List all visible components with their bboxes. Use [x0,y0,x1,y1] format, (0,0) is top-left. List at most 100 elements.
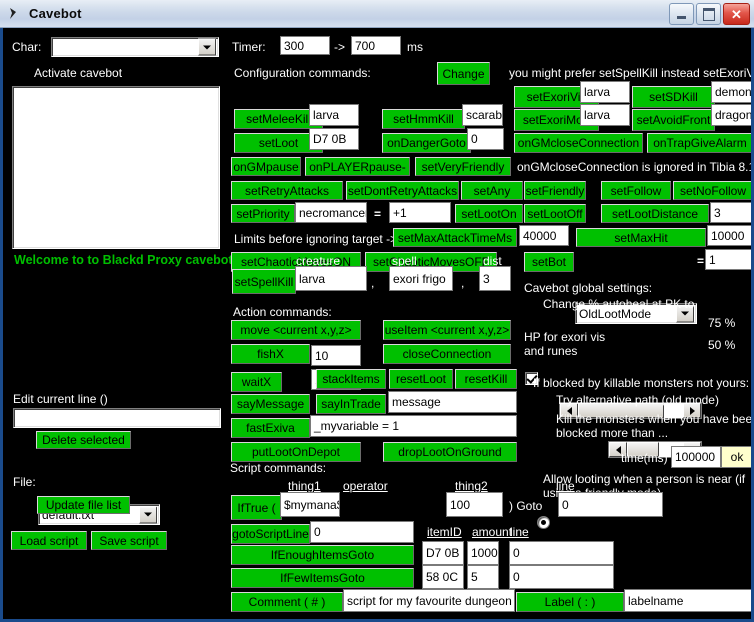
fishx-input[interactable]: 10 [311,345,361,366]
setlootoff-button[interactable]: setLootOff [524,204,586,223]
iffew-line-input[interactable]: 0 [509,565,614,589]
useitem-button[interactable]: useItem <current x,y,z> [383,320,511,340]
iftrue-button[interactable]: IfTrue ( [231,495,282,520]
comment-label: Comment ( # ) [248,595,326,609]
time-ms-input[interactable]: 100000 [671,446,721,468]
setretryattacks-button[interactable]: setRetryAttacks [231,181,343,200]
ifenough-itemid-input[interactable]: D7 0B [422,541,464,565]
label-button[interactable]: Label ( : ) [516,592,624,612]
setspellkill-creature-input[interactable]: larva [295,266,367,291]
setlootdistance-input[interactable]: 3 [710,202,751,223]
setloot-input[interactable]: D7 0B [309,128,359,150]
setavoidfront-button[interactable]: setAvoidFront [632,109,715,131]
ongmcloseconnection-button[interactable]: onGMcloseConnection [514,133,643,153]
setpriority-button[interactable]: setPriority [231,204,295,223]
goto-line-input[interactable]: 0 [558,492,663,517]
setmaxhit-input[interactable]: 10000 [707,225,751,246]
sayintrade-button[interactable]: sayInTrade [316,394,386,414]
setfollow-button[interactable]: setFollow [601,181,671,200]
setpriority-input[interactable]: necromancer [295,202,367,223]
setmaxhit-button[interactable]: setMaxHit [576,228,706,247]
waitx-button[interactable]: waitX [231,372,282,392]
label-input[interactable]: labelname [624,589,751,612]
close-icon[interactable]: ✕ [723,3,750,25]
saymessage-label: sayMessage [236,397,305,411]
chevron-down-icon[interactable] [198,38,216,56]
configuration-commands-heading: Configuration commands: [234,66,371,80]
stackitems-button[interactable]: stackItems [316,369,386,389]
iffewitemsgoto-button[interactable]: IfFewItemsGoto [231,568,414,588]
maximize-button[interactable] [696,3,721,25]
setspellkill-dist-input[interactable]: 3 [479,266,511,291]
ondangergoto-button[interactable]: onDangerGoto [382,133,471,153]
timer-from-input[interactable]: 300 [280,36,330,55]
droplootonground-button[interactable]: dropLootOnGround [383,442,517,462]
setnofollow-button[interactable]: setNoFollow [673,181,751,200]
save-script-button[interactable]: Save script [91,531,167,550]
resetkill-button[interactable]: resetKill [455,369,517,389]
char-select[interactable] [51,37,219,57]
ondangergoto-input[interactable]: 0 [467,128,504,150]
message-input[interactable]: message [388,391,517,413]
comment-input[interactable]: script for my favourite dungeon [343,589,515,612]
iffew-amount-input[interactable]: 5 [467,565,499,589]
edit-current-line-input[interactable] [13,408,221,428]
closeconnection-button[interactable]: closeConnection [383,344,511,364]
update-file-list-button[interactable]: Update file list [37,496,130,514]
setexorivis-input[interactable]: larva [580,81,630,103]
minimize-button[interactable] [669,3,694,25]
setany-button[interactable]: setAny [461,181,523,200]
resetloot-button[interactable]: resetLoot [389,369,453,389]
variable-input[interactable]: _myvariable = 1 [310,415,517,437]
load-script-button[interactable]: Load script [11,531,87,550]
setspellkill-spell-input[interactable]: exori frigo [389,266,453,291]
thing1-input[interactable]: $mymana$ [280,492,340,517]
putlootondepot-button[interactable]: putLootOnDepot [231,442,361,462]
setveryfriendly-button[interactable]: setVeryFriendly [415,157,511,176]
ifenough-line-input[interactable]: 0 [509,541,614,565]
setbot-amount-input[interactable]: 1 [705,249,751,270]
fishx-button[interactable]: fishX [231,344,310,364]
delete-selected-button[interactable]: Delete selected [36,431,131,449]
setbot-button[interactable]: setBot [524,252,574,272]
fastexiva-button[interactable]: fastExiva [231,418,310,438]
ongmpause-button[interactable]: onGMpause [231,157,301,176]
saymessage-button[interactable]: sayMessage [231,394,310,414]
setfriendly-button[interactable]: setFriendly [524,181,586,200]
load-script-label: Load script [19,533,79,548]
move-button[interactable]: move <current x,y,z> [231,320,361,340]
timer-to-input[interactable]: 700 [351,36,401,55]
setsdkill-button[interactable]: setSDKill [632,86,715,108]
putlootondepot-label: putLootOnDepot [251,445,341,459]
comment-button[interactable]: Comment ( # ) [231,592,343,612]
chevron-down-icon[interactable] [139,506,157,523]
time-ms-ok-button[interactable]: ok [721,446,751,468]
setexorimort-input[interactable]: larva [580,104,630,126]
waitx-label: waitX [241,375,272,389]
setspellkill-button[interactable]: setSpellKill [232,269,296,294]
gotoscriptline-input[interactable]: 0 [310,521,414,543]
setpriority-amount-input[interactable]: +1 [389,202,451,223]
iffew-itemid-input[interactable]: 58 0C [422,565,464,589]
itemid-header: itemID [427,525,462,539]
thing2-input[interactable]: 100 [446,492,503,517]
setlootdistance-button[interactable]: setLootDistance [601,204,709,223]
ontrapgivealarm-button[interactable]: onTrapGiveAlarm [647,133,751,153]
gotoscriptline-button[interactable]: gotoScriptLine [231,524,310,544]
ifenoughitemsgoto-button[interactable]: IfEnoughItemsGoto [231,545,414,565]
setmeleekill-input[interactable]: larva [309,104,359,126]
setdontretryattacks-button[interactable]: setDontRetryAttacks [346,181,459,200]
ifenough-amount-input[interactable]: 1000 [467,541,499,565]
setmaxattacktimems-input[interactable]: 40000 [519,225,569,246]
setmaxattacktimems-button[interactable]: setMaxAttackTimeMs [393,228,517,247]
sethmmkill-button[interactable]: setHmmKill [382,109,465,129]
setavoidfront-input[interactable]: dragon [711,104,751,126]
setlooton-button[interactable]: setLootOn [455,204,523,223]
script-listbox[interactable] [12,86,220,249]
change-button[interactable]: Change [437,62,490,85]
blocked-option-alt-path-radio[interactable] [537,516,550,529]
setsdkill-input[interactable]: demon [711,81,751,103]
onplayerpause-button[interactable]: onPLAYERpause- [305,157,410,176]
sethmmkill-input[interactable]: scarab [462,104,503,126]
titlebar[interactable]: Cavebot ✕ [0,0,754,28]
